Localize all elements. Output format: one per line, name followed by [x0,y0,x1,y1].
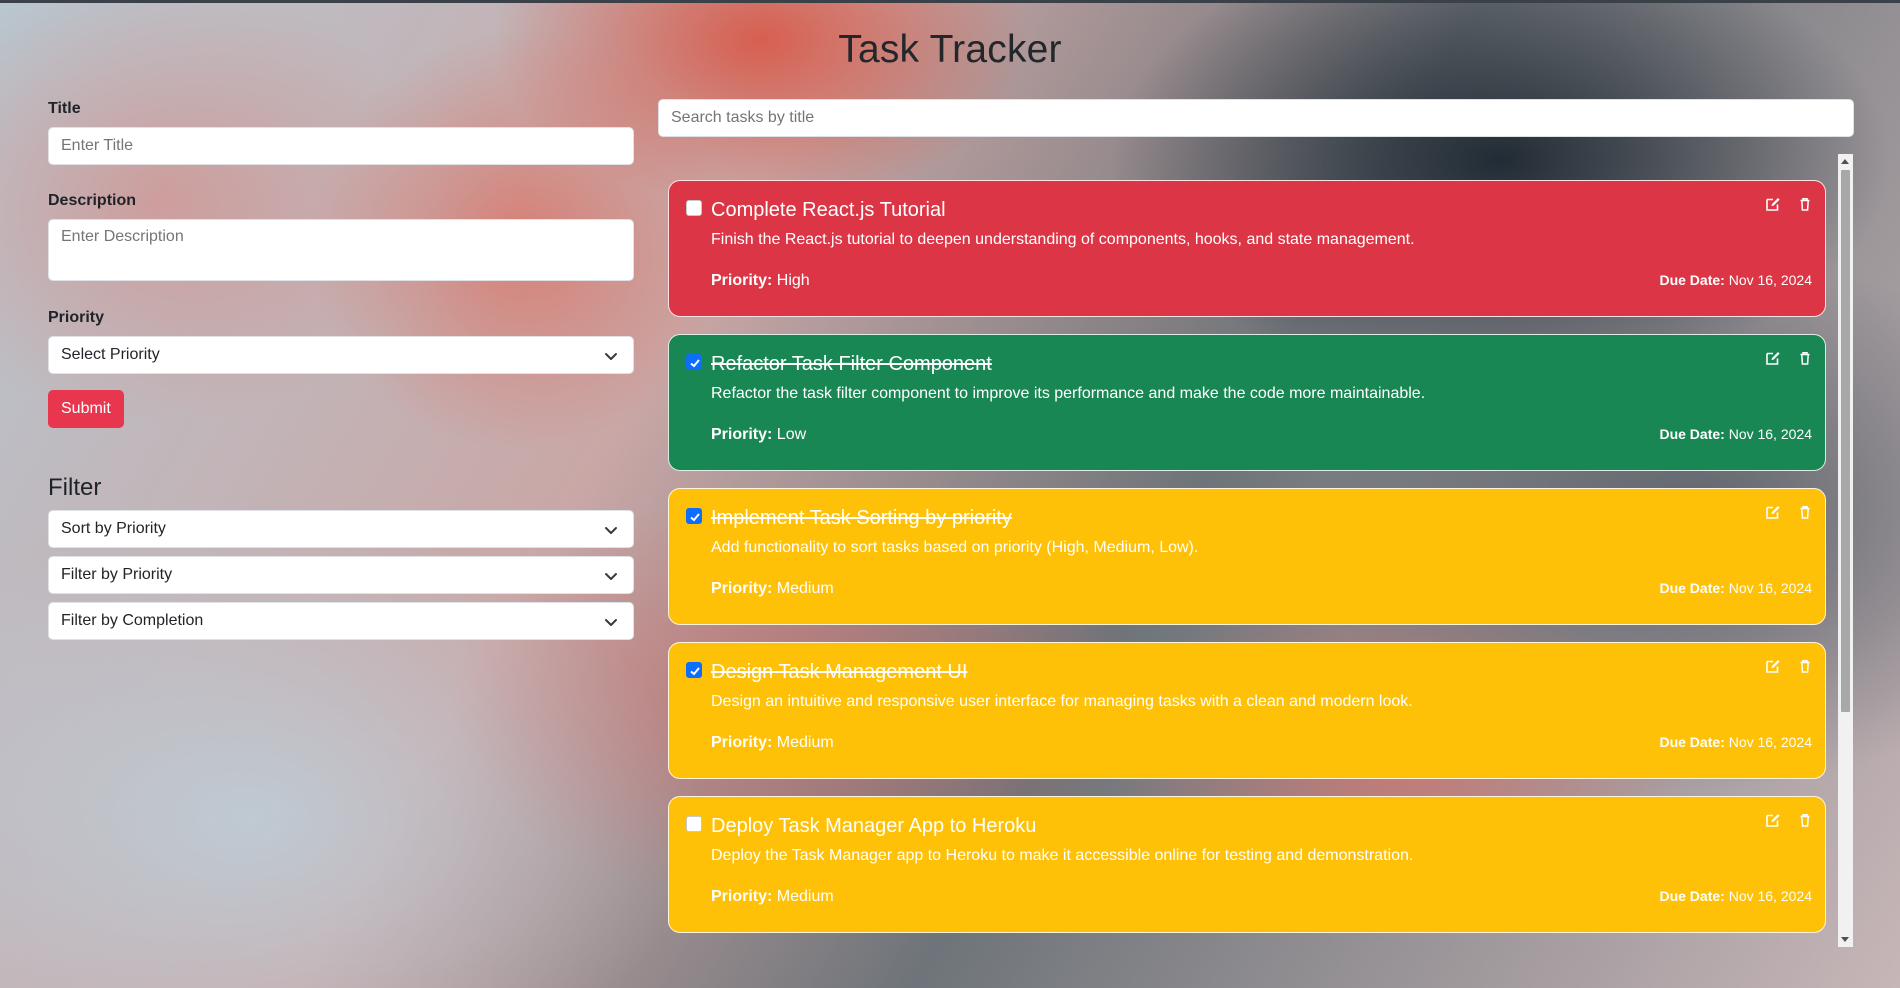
priority-group: Priority Select Priority [48,309,634,374]
task-card: Design Task Management UI Design an intu… [668,642,1826,779]
task-complete-checkbox[interactable] [686,354,702,370]
priority-select[interactable]: Select Priority [48,336,634,374]
page-title: Task Tracker [838,28,1062,71]
sort-select-value: Sort by Priority [61,520,166,537]
task-priority: Priority: Medium [711,888,834,906]
task-description: Deploy the Task Manager app to Heroku to… [711,847,1414,864]
filter-controls: Sort by Priority Filter by Priority Filt… [48,510,634,640]
priority-value: Medium [776,580,834,597]
task-title: Complete React.js Tutorial [711,199,946,221]
task-due-date: Due Date: Nov 16, 2024 [1659,426,1812,442]
task-due-date: Due Date: Nov 16, 2024 [1659,888,1812,904]
trash-icon[interactable] [1797,658,1813,674]
chevron-down-icon [605,353,617,360]
edit-icon[interactable] [1765,812,1781,828]
due-date-value: Nov 16, 2024 [1728,272,1812,288]
edit-icon[interactable] [1765,196,1781,212]
task-priority: Priority: Medium [711,580,834,598]
title-label: Title [48,100,81,117]
task-actions [1765,504,1813,520]
sort-by-priority-select[interactable]: Sort by Priority [48,510,634,548]
task-card: Implement Task Sorting by priority Add f… [668,488,1826,625]
task-card: Refactor Task Filter Component Refactor … [668,334,1826,471]
edit-icon[interactable] [1765,658,1781,674]
title-input[interactable] [48,127,634,165]
priority-key: Priority: [711,888,773,905]
description-group: Description [48,192,634,286]
due-date-value: Nov 16, 2024 [1728,580,1812,596]
filter-by-completion-select[interactable]: Filter by Completion [48,602,634,640]
due-date-key: Due Date: [1659,580,1725,596]
task-complete-checkbox[interactable] [686,662,702,678]
task-title: Implement Task Sorting by priority [711,507,1012,529]
task-priority: Priority: Low [711,426,806,444]
task-due-date: Due Date: Nov 16, 2024 [1659,734,1812,750]
filter-completion-value: Filter by Completion [61,612,204,629]
scrollbar-thumb[interactable] [1841,170,1850,712]
task-description: Refactor the task filter component to im… [711,385,1426,402]
scroll-up-arrow-icon[interactable] [1841,159,1849,164]
chevron-down-icon [605,527,617,534]
trash-icon[interactable] [1797,812,1813,828]
due-date-value: Nov 16, 2024 [1728,426,1812,442]
task-priority: Priority: High [711,272,810,290]
description-textarea[interactable] [48,219,634,281]
due-date-key: Due Date: [1659,272,1725,288]
task-complete-checkbox[interactable] [686,200,702,216]
edit-icon[interactable] [1765,504,1781,520]
task-description: Design an intuitive and responsive user … [711,693,1413,710]
trash-icon[interactable] [1797,350,1813,366]
description-label: Description [48,192,137,209]
task-complete-checkbox[interactable] [686,508,702,524]
due-date-value: Nov 16, 2024 [1728,734,1812,750]
filter-priority-value: Filter by Priority [61,566,173,583]
task-title: Refactor Task Filter Component [711,353,992,375]
task-due-date: Due Date: Nov 16, 2024 [1659,580,1812,596]
task-title: Design Task Management UI [711,661,968,683]
task-card: Deploy Task Manager App to Heroku Deploy… [668,796,1826,933]
task-actions [1765,658,1813,674]
task-due-date: Due Date: Nov 16, 2024 [1659,272,1812,288]
edit-icon[interactable] [1765,350,1781,366]
priority-key: Priority: [711,734,773,751]
task-list: Complete React.js Tutorial Finish the Re… [668,180,1828,950]
task-actions [1765,196,1813,212]
due-date-key: Due Date: [1659,426,1725,442]
priority-value: Medium [776,734,834,751]
due-date-key: Due Date: [1659,888,1725,904]
priority-key: Priority: [711,426,773,443]
trash-icon[interactable] [1797,504,1813,520]
priority-select-value: Select Priority [61,346,160,363]
task-title: Deploy Task Manager App to Heroku [711,815,1037,837]
task-actions [1765,350,1813,366]
due-date-value: Nov 16, 2024 [1728,888,1812,904]
due-date-key: Due Date: [1659,734,1725,750]
priority-key: Priority: [711,272,773,289]
task-complete-checkbox[interactable] [686,816,702,832]
task-list-scrollbar[interactable] [1838,154,1853,947]
submit-button[interactable]: Submit [48,390,124,428]
chevron-down-icon [605,573,617,580]
task-card: Complete React.js Tutorial Finish the Re… [668,180,1826,317]
search-input[interactable] [658,99,1854,137]
filter-by-priority-select[interactable]: Filter by Priority [48,556,634,594]
task-priority: Priority: Medium [711,734,834,752]
priority-value: Low [776,426,807,443]
filter-heading: Filter [48,474,102,501]
title-group: Title [48,100,634,165]
priority-key: Priority: [711,580,773,597]
scroll-down-arrow-icon[interactable] [1841,937,1849,942]
priority-value: Medium [776,888,834,905]
priority-value: High [776,272,810,289]
trash-icon[interactable] [1797,196,1813,212]
priority-label: Priority [48,309,105,326]
chevron-down-icon [605,619,617,626]
window-top-border [0,0,1900,3]
task-form: Title Description Priority Select Priori… [48,100,634,648]
task-description: Finish the React.js tutorial to deepen u… [711,231,1415,248]
task-description: Add functionality to sort tasks based on… [711,539,1199,556]
task-actions [1765,812,1813,828]
